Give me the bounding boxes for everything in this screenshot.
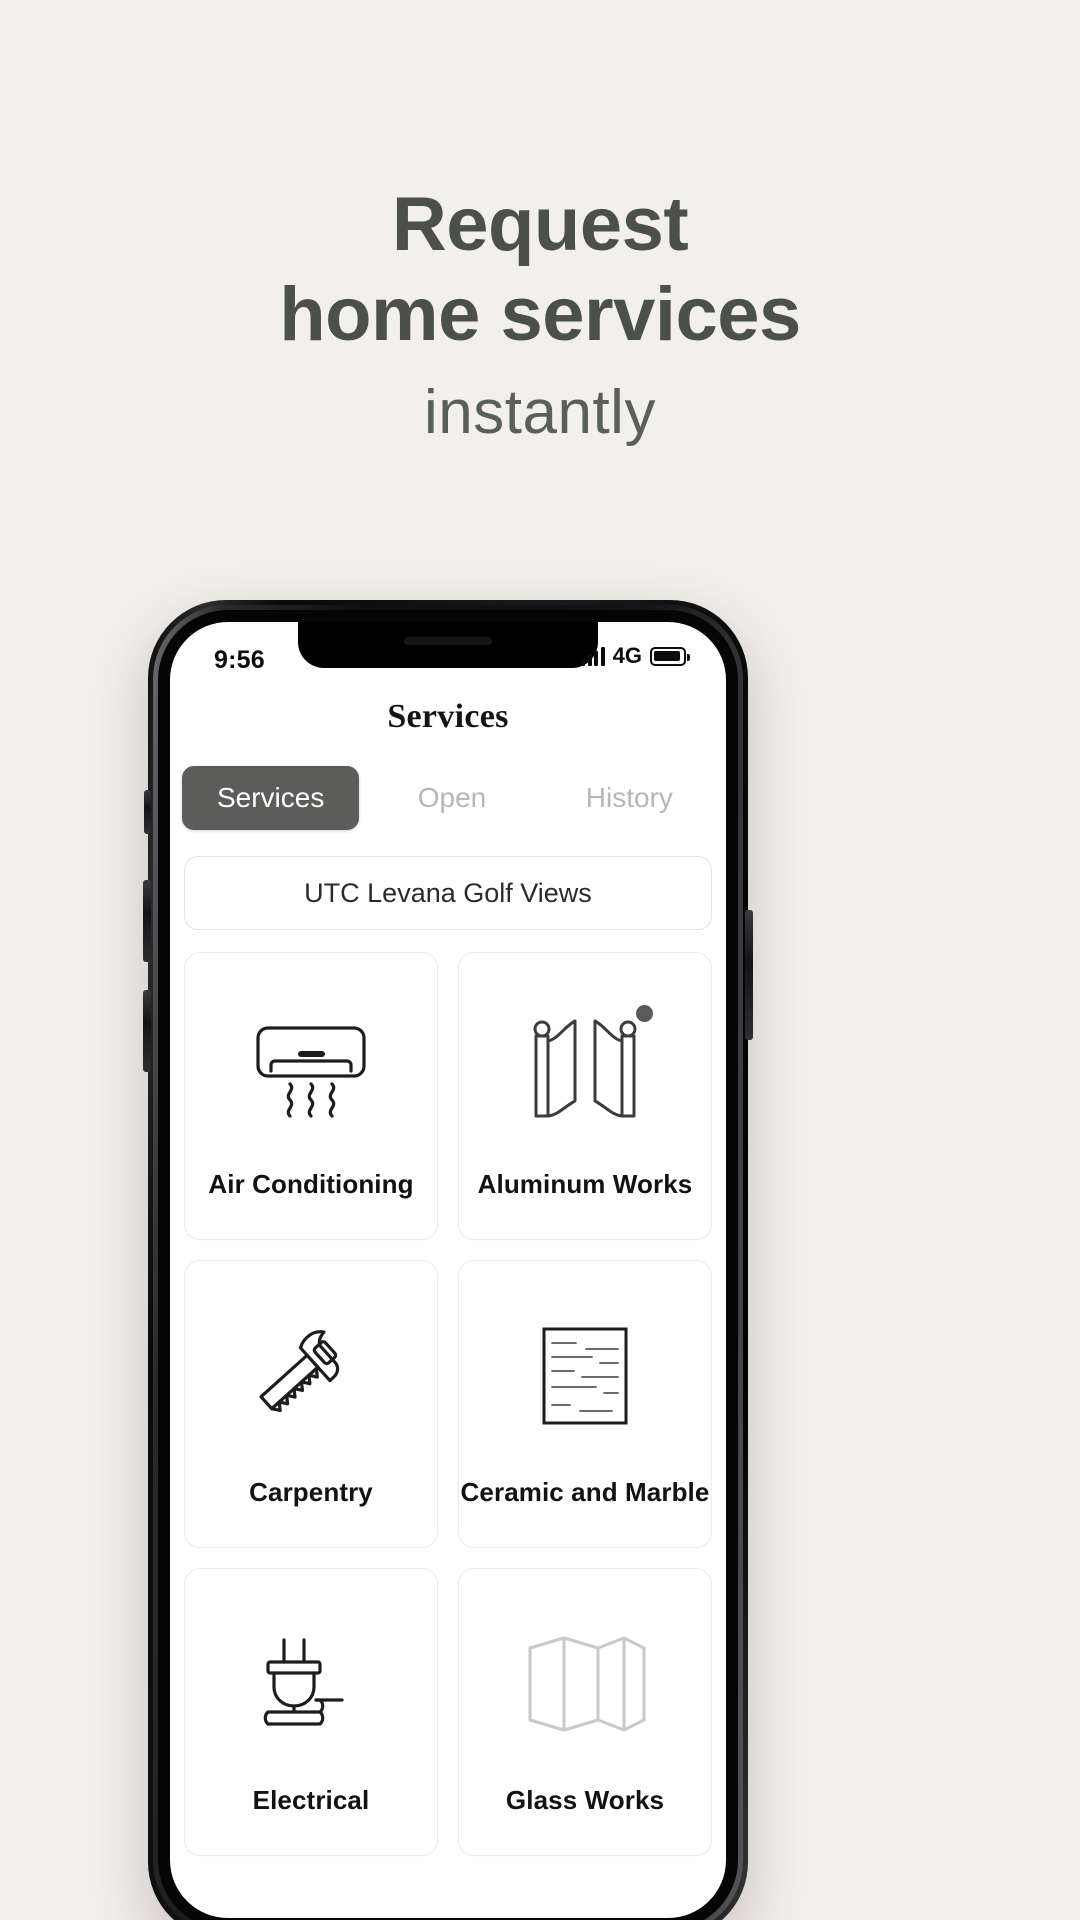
tab-open[interactable]: Open: [363, 766, 540, 830]
aluminum-panels-icon: [520, 993, 650, 1143]
headline-line-2: home services: [279, 272, 801, 357]
service-card-electrical[interactable]: Electrical: [184, 1568, 438, 1856]
status-bar-indicators: 4G: [581, 643, 690, 668]
service-card-carpentry[interactable]: Carpentry: [184, 1260, 438, 1548]
headline-line-1: Request: [391, 182, 689, 267]
services-grid: Air Conditioning Aluminum Works Carpentr…: [184, 952, 712, 1856]
battery-full-icon: [650, 646, 690, 666]
status-bar-clock: 9:56: [214, 646, 265, 674]
new-badge-dot: [636, 1005, 653, 1022]
glass-panels-icon: [520, 1609, 650, 1759]
volume-up-button[interactable]: [143, 880, 151, 962]
service-card-label: Glass Works: [505, 1784, 665, 1815]
service-card-label: Ceramic and Marble: [460, 1476, 710, 1507]
location-input[interactable]: UTC Levana Golf Views: [184, 856, 712, 930]
air-conditioner-icon: [246, 993, 376, 1143]
tab-history[interactable]: History: [541, 766, 718, 830]
service-card-ceramic-and-marble[interactable]: Ceramic and Marble: [458, 1260, 712, 1548]
promo-headline: Request home services instantly: [0, 180, 1080, 454]
service-card-glass-works[interactable]: Glass Works: [458, 1568, 712, 1856]
status-bar: 9:56 4G: [170, 622, 726, 684]
network-type-label: 4G: [612, 643, 642, 668]
service-card-air-conditioning[interactable]: Air Conditioning: [184, 952, 438, 1240]
tab-bar: Services Open History: [170, 766, 726, 830]
signal-bars-icon: [581, 646, 605, 666]
tab-services[interactable]: Services: [182, 766, 360, 830]
silent-switch-button[interactable]: [144, 790, 151, 834]
app-content: Services Services Open History UTC Levan…: [170, 698, 726, 1856]
service-card-label: Aluminum Works: [477, 1168, 693, 1199]
power-plug-icon: [246, 1609, 376, 1759]
phone-mockup: 9:56 4G Services Services Open History U…: [143, 600, 753, 1920]
service-card-label: Air Conditioning: [208, 1168, 414, 1199]
volume-down-button[interactable]: [143, 990, 151, 1072]
phone-screen: 9:56 4G Services Services Open History U…: [170, 622, 726, 1918]
service-card-label: Electrical: [252, 1784, 370, 1815]
page-title: Services: [387, 698, 509, 735]
power-button[interactable]: [745, 910, 753, 1040]
service-card-label: Carpentry: [249, 1476, 373, 1507]
service-card-aluminum-works[interactable]: Aluminum Works: [458, 952, 712, 1240]
headline-line-3: instantly: [424, 378, 656, 447]
handsaw-icon: [246, 1301, 376, 1451]
marble-slab-icon: [526, 1301, 644, 1451]
